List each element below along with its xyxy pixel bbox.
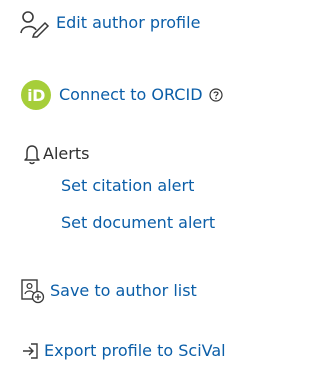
edit-author-profile-label: Edit author profile: [56, 13, 201, 32]
export-to-scival-link[interactable]: Export profile to SciVal: [0, 338, 226, 364]
set-citation-alert-label: Set citation alert: [61, 176, 195, 195]
edit-author-profile-link[interactable]: Edit author profile: [0, 8, 200, 38]
save-to-list-icon: [21, 278, 45, 304]
edit-profile-icon: [19, 8, 55, 38]
orcid-badge: iD: [21, 80, 51, 110]
export-icon: [21, 342, 39, 360]
connect-orcid-link[interactable]: iD Connect to ORCID: [0, 80, 223, 110]
set-document-alert-link[interactable]: Set document alert: [61, 211, 215, 235]
help-icon[interactable]: [208, 88, 223, 102]
set-citation-alert-link[interactable]: Set citation alert: [61, 174, 194, 198]
save-to-author-list-label: Save to author list: [50, 281, 197, 300]
orcid-icon: iD: [21, 80, 51, 110]
export-to-scival-label: Export profile to SciVal: [44, 341, 226, 360]
alerts-label: Alerts: [43, 144, 90, 163]
bell-icon: [22, 143, 42, 165]
save-to-author-list-link[interactable]: Save to author list: [0, 276, 197, 306]
alerts-heading: Alerts: [0, 139, 89, 169]
connect-orcid-label: Connect to ORCID: [59, 85, 203, 104]
set-document-alert-label: Set document alert: [61, 213, 216, 232]
